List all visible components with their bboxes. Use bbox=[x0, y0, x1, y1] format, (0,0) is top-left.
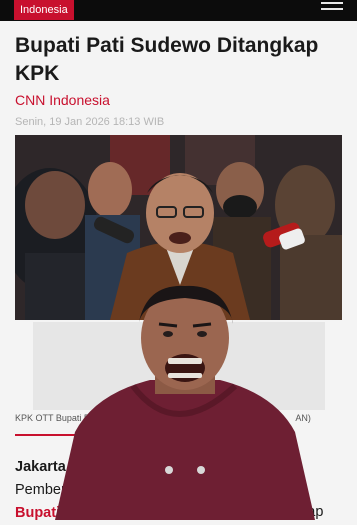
hamburger-menu-icon[interactable] bbox=[321, 2, 343, 14]
article-headline: Bupati Pati Sudewo Ditangkap KPK bbox=[15, 34, 319, 85]
top-navigation-bar: Indonesia bbox=[0, 0, 357, 21]
article-source[interactable]: CNN Indonesia bbox=[15, 92, 110, 108]
article-date: Senin, 19 Jan 2026 18:13 WIB bbox=[15, 116, 165, 128]
category-tag[interactable]: Indonesia bbox=[14, 0, 74, 20]
presenter-overlay bbox=[55, 282, 315, 520]
